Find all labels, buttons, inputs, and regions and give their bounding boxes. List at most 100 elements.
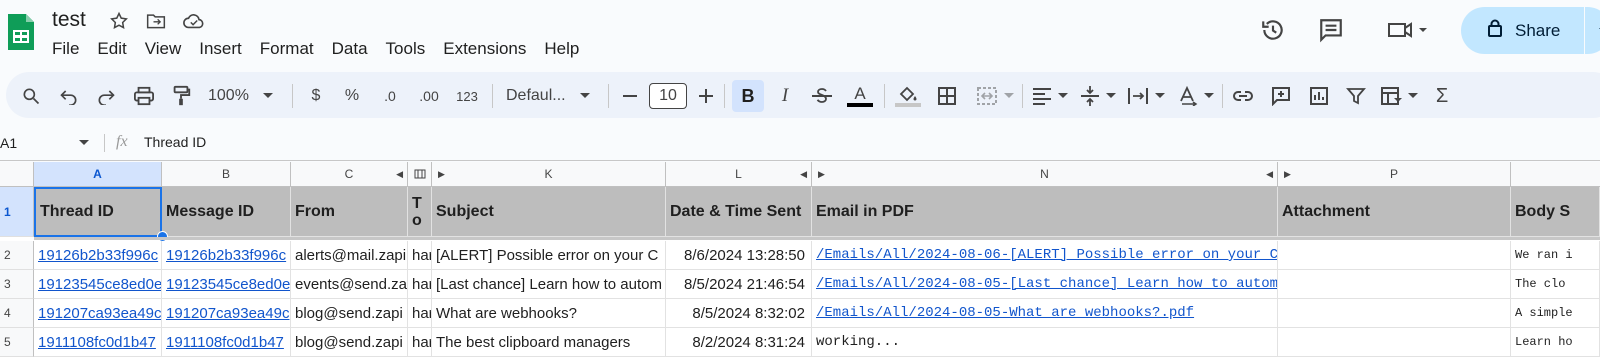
menu-insert[interactable]: Insert — [190, 39, 251, 59]
fill-color-icon[interactable] — [894, 83, 922, 109]
cell-body4[interactable]: A simple — [1511, 299, 1600, 328]
meet-icon[interactable] — [1383, 14, 1431, 46]
cell-body3[interactable]: The clo — [1511, 270, 1600, 299]
cell-b4[interactable]: 191207ca93ea49c — [162, 299, 291, 328]
text-color-button[interactable]: A — [846, 83, 874, 109]
insert-link-icon[interactable] — [1230, 83, 1256, 109]
zoom-select[interactable]: 100% — [208, 83, 283, 109]
expand-right-icon[interactable]: ▶ — [438, 162, 445, 186]
merge-cells-icon[interactable] — [972, 83, 1018, 109]
comments-icon[interactable] — [1315, 14, 1347, 46]
vertical-align-icon[interactable] — [1078, 83, 1118, 109]
column-header-c[interactable]: C ◀ — [291, 162, 408, 186]
cell-l1[interactable]: Date & Time Sent — [666, 187, 812, 237]
decrease-font-size-icon[interactable] — [620, 83, 640, 109]
cell-k1[interactable]: Subject — [432, 187, 666, 237]
cell-c2[interactable]: alerts@mail.zapi — [291, 241, 408, 270]
select-all-corner[interactable] — [0, 162, 34, 186]
cell-c4[interactable]: blog@send.zapi — [291, 299, 408, 328]
row-header-1[interactable]: 1 — [0, 187, 34, 237]
menu-help[interactable]: Help — [535, 39, 588, 59]
menu-tools[interactable]: Tools — [377, 39, 435, 59]
expand-right-icon[interactable]: ▶ — [1284, 162, 1291, 186]
cell-a5[interactable]: 1911108fc0d1b47 — [34, 328, 162, 357]
cell-p1[interactable]: Attachment — [1278, 187, 1511, 237]
row-header-2[interactable]: 2 — [0, 241, 34, 270]
borders-icon[interactable] — [934, 83, 960, 109]
text-wrapping-icon[interactable] — [1126, 83, 1166, 109]
expand-right-icon[interactable]: ▶ — [818, 162, 825, 186]
cell-p2[interactable] — [1278, 241, 1511, 270]
menu-extensions[interactable]: Extensions — [434, 39, 535, 59]
cloud-saved-icon[interactable] — [183, 10, 205, 32]
cell-k2[interactable]: [ALERT] Possible error on your C — [432, 241, 666, 270]
cell-b2[interactable]: 19126b2b33f996c — [162, 241, 291, 270]
share-dropdown-icon[interactable] — [1585, 21, 1600, 41]
text-rotation-icon[interactable] — [1176, 83, 1216, 109]
collapse-left-icon[interactable]: ◀ — [396, 162, 403, 186]
column-header-l[interactable]: L ◀ — [666, 162, 812, 186]
column-header-b[interactable]: B — [162, 162, 291, 186]
insert-chart-icon[interactable] — [1306, 83, 1332, 109]
percent-format-button[interactable]: % — [341, 83, 363, 109]
print-icon[interactable] — [130, 83, 158, 109]
cell-q1[interactable]: Body S — [1511, 187, 1600, 237]
column-header-hidden[interactable] — [408, 162, 432, 186]
cell-n5[interactable]: working... — [812, 328, 1278, 357]
name-box[interactable]: A1 — [0, 132, 95, 154]
cell-a2[interactable]: 19126b2b33f996c — [34, 241, 162, 270]
cell-l2[interactable]: 8/6/2024 13:28:50 — [666, 241, 812, 270]
cell-n2[interactable]: /Emails/All/2024-08-06-[ALERT] Possible … — [812, 241, 1278, 270]
menu-format[interactable]: Format — [251, 39, 323, 59]
redo-icon[interactable] — [93, 83, 119, 109]
bold-button[interactable]: B — [732, 80, 764, 112]
cell-to5[interactable]: har — [408, 328, 432, 357]
formula-input[interactable]: Thread ID — [144, 134, 206, 150]
cell-k4[interactable]: What are webhooks? — [432, 299, 666, 328]
search-icon[interactable] — [18, 83, 44, 109]
cell-p3[interactable] — [1278, 270, 1511, 299]
cell-b1[interactable]: Message ID — [162, 187, 291, 237]
font-size-input[interactable]: 10 — [649, 83, 687, 109]
cell-k3[interactable]: [Last chance] Learn how to autom — [432, 270, 666, 299]
cell-n1[interactable]: Email in PDF — [812, 187, 1278, 237]
row-header-5[interactable]: 5 — [0, 328, 34, 357]
cell-body2[interactable]: We ran i — [1511, 241, 1600, 270]
cell-body5[interactable]: Learn ho — [1511, 328, 1600, 357]
paint-format-icon[interactable] — [168, 83, 194, 109]
undo-icon[interactable] — [56, 83, 82, 109]
cell-b3[interactable]: 19123545ce8ed0e — [162, 270, 291, 299]
filter-icon[interactable] — [1343, 83, 1369, 109]
column-header-n[interactable]: ▶ N ◀ — [812, 162, 1278, 186]
more-formats-button[interactable]: 123 — [452, 83, 482, 109]
column-header-a[interactable]: A — [34, 162, 162, 186]
column-header-q[interactable] — [1511, 162, 1600, 186]
cell-a3[interactable]: 19123545ce8ed0e — [34, 270, 162, 299]
insert-comment-icon[interactable] — [1268, 83, 1294, 109]
italic-button[interactable]: I — [773, 83, 797, 109]
menu-edit[interactable]: Edit — [88, 39, 135, 59]
frozen-row-divider[interactable] — [34, 237, 1600, 240]
cell-n4[interactable]: /Emails/All/2024-08-05-What are webhooks… — [812, 299, 1278, 328]
cell-to2[interactable]: har — [408, 241, 432, 270]
cell-p5[interactable] — [1278, 328, 1511, 357]
cell-c3[interactable]: events@send.za — [291, 270, 408, 299]
increase-decimal-button[interactable]: .00 — [414, 83, 444, 109]
collapse-left-icon[interactable]: ◀ — [800, 162, 807, 186]
sheets-logo[interactable] — [6, 12, 36, 52]
version-history-icon[interactable] — [1257, 14, 1289, 46]
cell-a4[interactable]: 191207ca93ea49c — [34, 299, 162, 328]
cell-n3[interactable]: /Emails/All/2024-08-05-[Last chance] Lea… — [812, 270, 1278, 299]
cell-to1[interactable]: T o — [408, 187, 432, 237]
cell-to4[interactable]: har — [408, 299, 432, 328]
column-header-p[interactable]: ▶ P — [1278, 162, 1511, 186]
star-icon[interactable] — [108, 10, 130, 32]
move-folder-icon[interactable] — [145, 10, 167, 32]
cell-l5[interactable]: 8/2/2024 8:31:24 — [666, 328, 812, 357]
collapse-left-icon[interactable]: ◀ — [1266, 162, 1273, 186]
cell-to3[interactable]: har — [408, 270, 432, 299]
menu-file[interactable]: File — [52, 39, 88, 59]
cell-c5[interactable]: blog@send.zapi — [291, 328, 408, 357]
filter-views-icon[interactable] — [1378, 83, 1420, 109]
cell-c1[interactable]: From — [291, 187, 408, 237]
